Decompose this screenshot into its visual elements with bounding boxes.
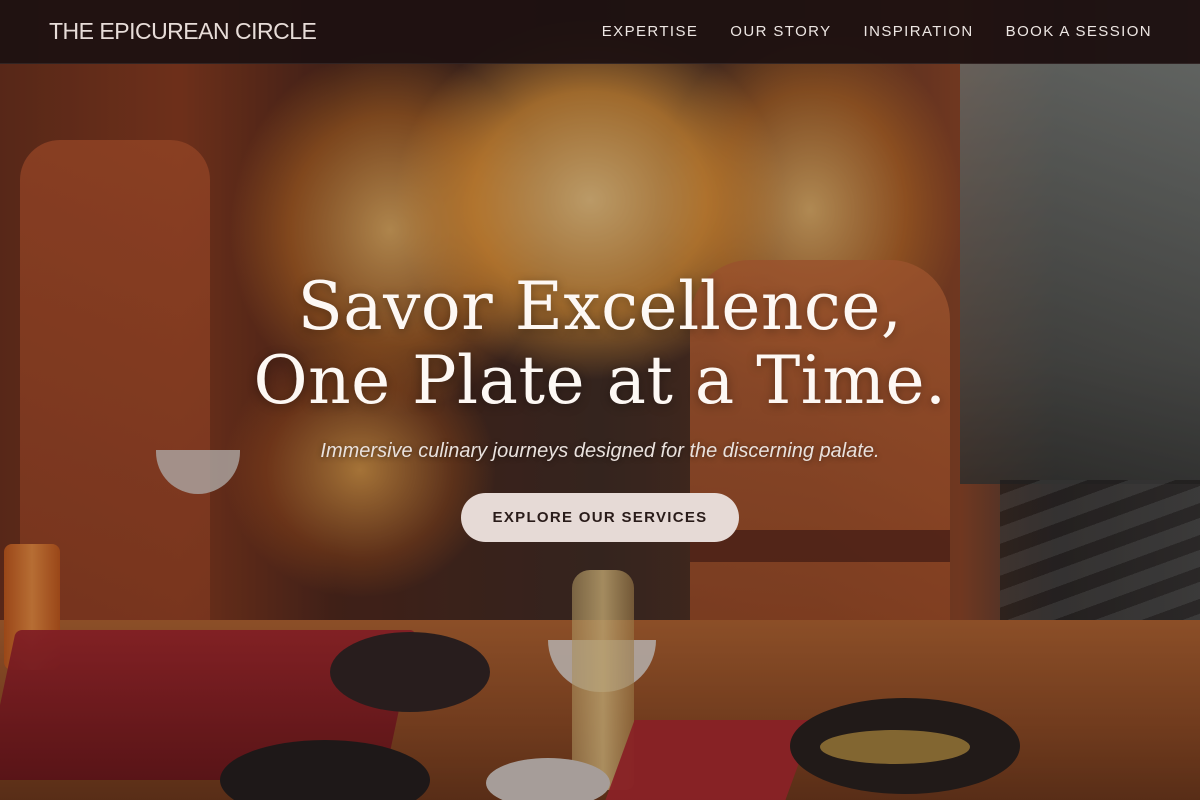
hero-title: Savor Excellence, One Plate at a Time. [0, 270, 1200, 418]
hero-subtitle: Immersive culinary journeys designed for… [320, 440, 880, 462]
nav-link-book-a-session[interactable]: BOOK A SESSION [1006, 23, 1152, 40]
nav-link-our-story[interactable]: OUR STORY [730, 23, 831, 40]
explore-services-button[interactable]: EXPLORE OUR SERVICES [461, 493, 739, 542]
hero-title-line-2: One Plate at a Time. [253, 342, 947, 419]
nav-links: EXPERTISE OUR STORY INSPIRATION BOOK A S… [602, 23, 1152, 41]
nav-link-inspiration[interactable]: INSPIRATION [864, 23, 974, 40]
nav-item: BOOK A SESSION [1006, 23, 1152, 41]
nav-item: INSPIRATION [864, 23, 974, 41]
site-logo[interactable]: THE EPICUREAN CIRCLE [49, 18, 317, 45]
nav-item: EXPERTISE [602, 23, 699, 41]
hero-content: Savor Excellence, One Plate at a Time. I… [0, 270, 1200, 542]
hero-title-line-1: Savor Excellence, [297, 268, 903, 345]
nav-item: OUR STORY [730, 23, 831, 41]
nav-link-expertise[interactable]: EXPERTISE [602, 23, 699, 40]
navbar: THE EPICUREAN CIRCLE EXPERTISE OUR STORY… [0, 0, 1200, 64]
